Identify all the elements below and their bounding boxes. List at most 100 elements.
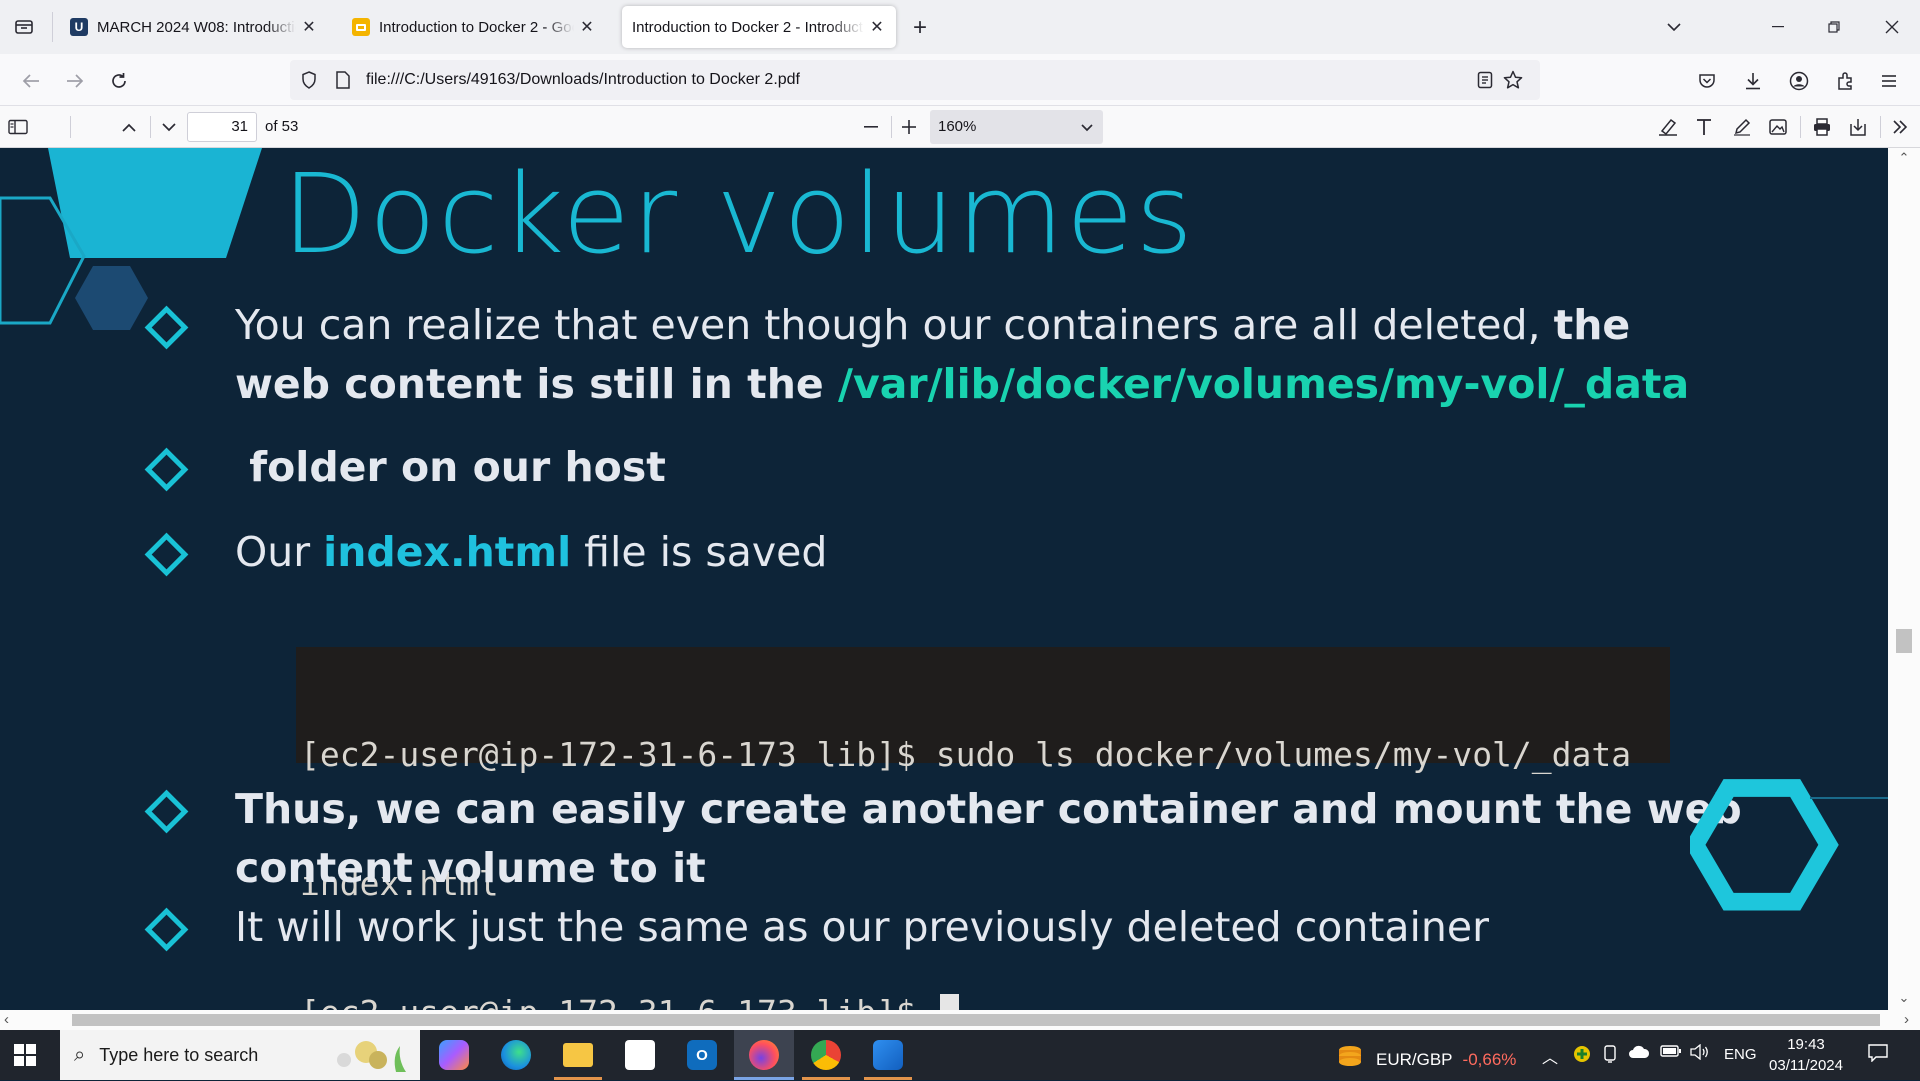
scroll-left-icon[interactable]: ‹ xyxy=(4,1011,9,1028)
scroll-down-icon[interactable]: ⌄ xyxy=(1896,990,1912,1006)
taskbar-copilot[interactable] xyxy=(424,1030,484,1080)
previous-page-icon[interactable] xyxy=(115,113,143,141)
clock-date: 03/11/2024 xyxy=(1769,1057,1843,1074)
google-slides-icon xyxy=(352,18,370,36)
coins-icon xyxy=(1336,1044,1364,1075)
close-tab-icon[interactable]: ✕ xyxy=(868,18,886,36)
back-arrow-icon[interactable] xyxy=(16,66,46,96)
vertical-scrollbar[interactable]: ⌃ ⌄ xyxy=(1888,148,1920,1010)
page-count-label: of 53 xyxy=(265,118,299,135)
close-tab-icon[interactable]: ✕ xyxy=(300,18,318,36)
close-window-button[interactable] xyxy=(1872,10,1912,44)
bullet-text-2: folder on our host xyxy=(235,443,666,491)
add-image-icon[interactable] xyxy=(1764,113,1792,141)
close-tab-icon[interactable]: ✕ xyxy=(578,18,596,36)
notifications-icon[interactable] xyxy=(1868,1044,1888,1067)
pdf-page-viewer[interactable]: Docker volumes You can realize that even… xyxy=(0,148,1888,1010)
horizontal-scrollbar[interactable]: ‹ › xyxy=(0,1010,1920,1030)
zoom-select[interactable]: 160% xyxy=(930,110,1103,144)
print-icon[interactable] xyxy=(1808,113,1836,141)
bullet-diamond-icon xyxy=(144,532,189,577)
search-highlight-icon xyxy=(330,1038,410,1081)
reload-icon[interactable] xyxy=(104,66,134,96)
taskbar-file-explorer[interactable] xyxy=(548,1030,608,1080)
zoom-out-icon[interactable] xyxy=(857,113,885,141)
text-icon[interactable] xyxy=(1690,113,1718,141)
zoom-value: 160% xyxy=(938,118,977,135)
scrollbar-thumb[interactable] xyxy=(1896,629,1912,653)
language-indicator[interactable]: ENG xyxy=(1724,1046,1757,1063)
battery-icon[interactable] xyxy=(1660,1044,1682,1063)
tab-march-2024[interactable]: U MARCH 2024 W08: Introduction ✕ xyxy=(60,6,328,48)
taskbar-outlook[interactable]: O xyxy=(672,1030,732,1080)
list-all-tabs-icon[interactable] xyxy=(10,14,38,40)
scroll-right-icon[interactable]: › xyxy=(1904,1011,1909,1028)
tab-list-chevron-icon[interactable] xyxy=(1654,10,1694,44)
page-number-input[interactable]: 31 xyxy=(187,112,257,142)
windows-start-icon[interactable] xyxy=(14,1044,36,1066)
toolbar-divider xyxy=(1800,116,1801,138)
bullet-text-3: Our index.html file is saved xyxy=(235,523,1735,582)
terminal-line: [ec2-user@ip-172-31-6-173 lib]$ xyxy=(300,993,936,1010)
bullet-1-normal: You can realize that even though our con… xyxy=(235,301,1554,349)
address-bar[interactable]: file:///C:/Users/49163/Downloads/Introdu… xyxy=(290,60,1540,100)
zoom-in-icon[interactable] xyxy=(895,113,923,141)
draw-icon[interactable] xyxy=(1728,113,1756,141)
chevron-down-icon xyxy=(1081,110,1093,144)
bullet-3-suffix: file is saved xyxy=(571,528,828,576)
bookmark-star-icon[interactable] xyxy=(1502,69,1524,91)
udacity-icon: U xyxy=(70,18,88,36)
edge-icon xyxy=(501,1040,531,1070)
bullet-3-prefix: Our xyxy=(235,528,324,576)
scroll-up-icon[interactable]: ⌃ xyxy=(1896,150,1912,166)
bullet-diamond-icon xyxy=(144,447,189,492)
copilot-icon xyxy=(439,1040,469,1070)
shield-icon[interactable] xyxy=(298,69,320,91)
minimize-button[interactable] xyxy=(1758,10,1798,44)
tab-divider xyxy=(52,12,53,42)
account-icon[interactable] xyxy=(1784,66,1814,96)
stock-ticker-widget[interactable]: EUR/GBP -0,66% xyxy=(1336,1044,1516,1075)
taskbar-firefox[interactable] xyxy=(734,1030,794,1080)
toolbar-divider xyxy=(150,116,151,138)
highlight-icon[interactable] xyxy=(1654,113,1682,141)
sidebar-toggle-icon[interactable] xyxy=(4,113,32,141)
chrome-app-icon xyxy=(811,1040,841,1070)
terminal-cursor xyxy=(939,994,959,1010)
save-download-icon[interactable] xyxy=(1844,113,1872,141)
new-tab-button[interactable]: + xyxy=(906,14,934,42)
extensions-icon[interactable] xyxy=(1830,66,1860,96)
show-hidden-icons-icon[interactable]: ︿ xyxy=(1542,1044,1558,1068)
scrollbar-thumb[interactable] xyxy=(72,1014,1880,1026)
onedrive-icon[interactable] xyxy=(1628,1044,1650,1065)
reader-view-icon[interactable] xyxy=(1474,69,1496,91)
security-icon[interactable] xyxy=(1572,1044,1592,1069)
taskbar-chrome-app[interactable] xyxy=(796,1030,856,1080)
tab-pdf-viewer[interactable]: Introduction to Docker 2 - Introduction … xyxy=(622,6,896,48)
photos-icon xyxy=(873,1040,903,1070)
file-icon xyxy=(332,69,354,91)
tab-google-slides[interactable]: Introduction to Docker 2 - Google Slides… xyxy=(342,6,606,48)
restore-button[interactable] xyxy=(1814,10,1854,44)
decorative-hexagons-bottom xyxy=(1690,779,1888,911)
taskbar-edge[interactable] xyxy=(486,1030,546,1080)
forward-arrow-icon[interactable] xyxy=(60,66,90,96)
tools-overflow-icon[interactable] xyxy=(1886,113,1914,141)
pdf-toolbar: 31 of 53 160% xyxy=(0,106,1920,148)
device-icon[interactable] xyxy=(1602,1044,1618,1069)
next-page-icon[interactable] xyxy=(155,113,183,141)
tab-title: Introduction to Docker 2 - Google Slides xyxy=(379,18,574,36)
volume-icon[interactable] xyxy=(1690,1043,1710,1065)
terminal-prompt: [ec2-user@ip-172-31-6-173 lib]$ xyxy=(300,991,1666,1010)
taskbar-store[interactable] xyxy=(610,1030,670,1080)
ticker-change: -0,66% xyxy=(1462,1049,1517,1069)
system-clock[interactable]: 19:43 03/11/2024 xyxy=(1766,1034,1846,1076)
pocket-icon[interactable] xyxy=(1692,66,1722,96)
app-menu-icon[interactable] xyxy=(1874,66,1904,96)
downloads-icon[interactable] xyxy=(1738,66,1768,96)
taskbar-search-box[interactable]: ⌕ Type here to search xyxy=(60,1030,420,1080)
taskbar-photos[interactable] xyxy=(858,1030,918,1080)
bullet-text-4: Thus, we can easily create another conta… xyxy=(235,785,1742,892)
toolbar-divider xyxy=(891,116,892,138)
url-text[interactable]: file:///C:/Users/49163/Downloads/Introdu… xyxy=(366,71,800,89)
